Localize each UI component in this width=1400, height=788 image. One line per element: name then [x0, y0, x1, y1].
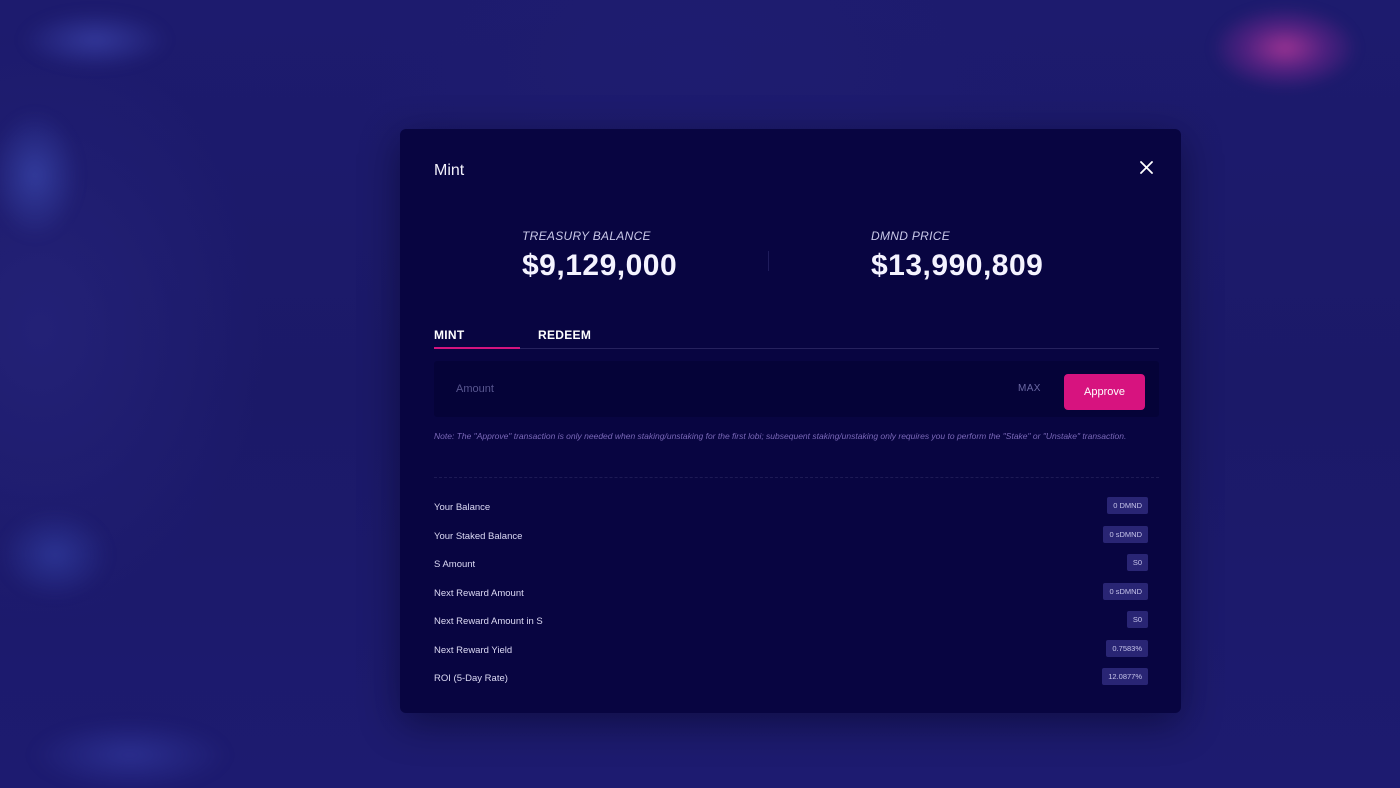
treasury-balance-label: TREASURY BALANCE: [522, 229, 651, 243]
max-button[interactable]: MAX: [1018, 383, 1041, 394]
info-label: Next Reward Amount in S: [434, 616, 543, 627]
close-button[interactable]: [1136, 157, 1156, 177]
info-row-roi: ROI (5-Day Rate) 12.0877%: [434, 667, 1148, 696]
info-row-staked-balance: Your Staked Balance 0 sDMND: [434, 525, 1148, 554]
info-label: ROI (5-Day Rate): [434, 673, 508, 684]
info-label: Next Reward Yield: [434, 644, 513, 656]
blue-glow-decoration: [20, 10, 170, 70]
info-row-next-reward-yield: Next Reward Yield 0.7583%: [434, 639, 1148, 668]
section-divider: [434, 477, 1159, 478]
info-row-next-reward-amount: Next Reward Amount 0 sDMND: [434, 582, 1148, 611]
info-value-badge: 0 DMND: [1107, 497, 1148, 514]
info-row-s-amount: S Amount S0: [434, 553, 1148, 582]
info-value-badge: S0: [1126, 611, 1148, 628]
treasury-balance-stat: TREASURY BALANCE $9,129,000: [522, 229, 677, 283]
tab-mint[interactable]: MINT: [434, 328, 465, 342]
info-row-your-balance: Your Balance 0 DMND: [434, 496, 1148, 525]
blue-glow-decoration: [0, 510, 110, 600]
info-value-badge: 0 sDMND: [1103, 525, 1148, 543]
info-value-badge: 0 sDMND: [1103, 582, 1148, 600]
balance-info-list: Your Balance 0 DMND Your Staked Balance …: [434, 496, 1148, 696]
dmnd-price-value: $13,990,809: [871, 249, 1044, 282]
amount-input[interactable]: [434, 361, 1004, 417]
stat-divider: [768, 251, 769, 271]
info-label: Next Reward Amount: [434, 587, 524, 599]
active-tab-indicator: [434, 347, 520, 349]
dmnd-price-stat: DMND PRICE $13,990,809: [871, 229, 1043, 283]
mint-redeem-tabs: MINT REDEEM: [434, 325, 1159, 349]
info-label: Your Staked Balance: [434, 530, 523, 542]
pink-glow-decoration: [1215, 8, 1355, 88]
amount-input-panel: MAX Approve: [434, 361, 1159, 417]
info-row-next-reward-amount-s: Next Reward Amount in S S0: [434, 610, 1148, 639]
modal-title: Mint: [434, 162, 465, 179]
treasury-balance-value: $9,129,000: [522, 249, 678, 282]
mint-modal: Mint TREASURY BALANCE $9,129,000 DMND PR…: [400, 129, 1181, 713]
dmnd-price-label: DMND PRICE: [871, 229, 951, 243]
blue-glow-decoration: [30, 720, 230, 788]
info-value-badge: 0.7583%: [1106, 639, 1148, 657]
approve-note: Note: The "Approve" transaction is only …: [434, 431, 1127, 441]
close-icon: [1139, 160, 1153, 174]
info-label: S Amount: [434, 559, 476, 570]
info-value-badge: S0: [1126, 554, 1148, 571]
approve-button[interactable]: Approve: [1064, 374, 1145, 410]
info-label: Your Balance: [434, 502, 491, 513]
info-value-badge: 12.0877%: [1102, 668, 1148, 685]
tab-redeem[interactable]: REDEEM: [538, 328, 591, 342]
